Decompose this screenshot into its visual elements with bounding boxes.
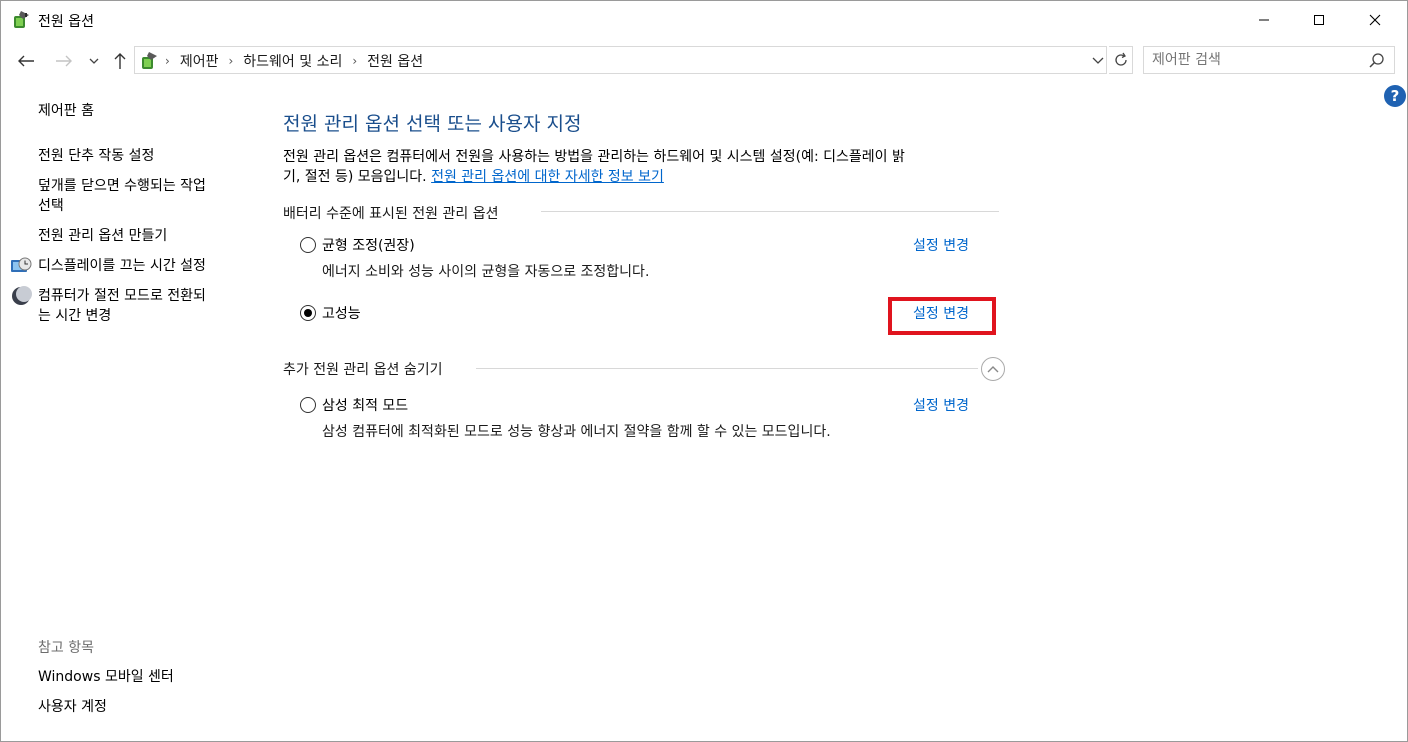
sidebar-item-lid-close[interactable]: 덮개를 닫으면 수행되는 작업 선택 <box>38 176 248 216</box>
sidebar-item-label: 컴퓨터가 절전 모드로 전환되 <box>38 288 206 304</box>
address-bar[interactable]: › 제어판 › 하드웨어 및 소리 › 전원 옵션 <box>134 46 1107 74</box>
breadcrumb-power-options[interactable]: 전원 옵션 <box>367 51 423 71</box>
chevron-down-icon <box>1092 57 1104 64</box>
sidebar-item-label: 는 시간 변경 <box>38 308 112 324</box>
hide-additional-plans-heading[interactable]: 추가 전원 관리 옵션 숨기기 <box>283 359 442 379</box>
plan-high-performance-name[interactable]: 고성능 <box>322 303 361 323</box>
see-also-user-accounts[interactable]: 사용자 계정 <box>38 697 107 717</box>
forward-arrow-icon <box>56 55 72 67</box>
sidebar-item-sleep-time[interactable]: 컴퓨터가 절전 모드로 전환되 는 시간 변경 <box>38 286 248 326</box>
search-icon[interactable] <box>1368 52 1386 70</box>
plan-balanced-name[interactable]: 균형 조정(권장) <box>322 235 415 255</box>
power-options-icon <box>14 11 29 28</box>
minimize-button[interactable] <box>1241 1 1287 39</box>
maximize-button[interactable] <box>1296 1 1342 39</box>
chevron-right-icon: › <box>165 54 170 68</box>
chevron-up-icon <box>987 366 999 373</box>
up-arrow-icon <box>114 53 126 69</box>
maximize-icon <box>1314 15 1324 25</box>
sidebar-item-label: 덮개를 닫으면 수행되는 작업 <box>38 178 206 194</box>
plan-samsung-optimized-name[interactable]: 삼성 최적 모드 <box>322 395 408 415</box>
address-dropdown-button[interactable] <box>1091 51 1107 69</box>
plan-balanced-description: 에너지 소비와 성능 사이의 균형을 자동으로 조정합니다. <box>322 264 650 280</box>
chevron-down-icon <box>89 58 99 64</box>
minimize-icon <box>1259 19 1269 21</box>
search-input[interactable] <box>1152 50 1362 70</box>
plan-samsung-optimized-change-settings-link[interactable]: 설정 변경 <box>913 395 969 415</box>
up-button[interactable] <box>109 50 131 72</box>
highlight-box <box>888 297 996 335</box>
page-description: 전원 관리 옵션은 컴퓨터에서 전원을 사용하는 방법을 관리하는 하드웨어 및… <box>283 147 1013 187</box>
sidebar-control-panel-home[interactable]: 제어판 홈 <box>38 101 94 121</box>
plan-balanced-change-settings-link[interactable]: 설정 변경 <box>913 235 969 255</box>
plan-samsung-optimized-radio[interactable] <box>300 397 316 413</box>
breadcrumb-hardware-sound[interactable]: 하드웨어 및 소리 <box>243 51 342 71</box>
section-divider <box>476 368 978 369</box>
plan-balanced-radio[interactable] <box>300 237 316 253</box>
plan-samsung-optimized-description: 삼성 컴퓨터에 최적화된 모드로 성능 향상과 에너지 절약을 함께 할 수 있… <box>322 424 831 440</box>
sidebar-item-create-plan[interactable]: 전원 관리 옵션 만들기 <box>38 226 167 246</box>
back-button[interactable] <box>15 50 37 72</box>
chevron-right-icon: › <box>352 54 358 68</box>
search-box[interactable] <box>1143 46 1395 74</box>
sidebar-item-label: 선택 <box>38 198 64 214</box>
window-title: 전원 옵션 <box>38 14 94 30</box>
recent-locations-button[interactable] <box>85 50 103 72</box>
close-icon <box>1369 14 1381 26</box>
title-bar: 전원 옵션 <box>1 1 1407 39</box>
refresh-icon <box>1114 52 1127 66</box>
section-divider <box>541 211 999 212</box>
description-line: 전원 관리 옵션은 컴퓨터에서 전원을 사용하는 방법을 관리하는 하드웨어 및… <box>283 149 905 165</box>
sidebar-item-display-off[interactable]: 디스플레이를 끄는 시간 설정 <box>38 256 206 276</box>
control-panel-icon <box>142 52 157 69</box>
chevron-right-icon: › <box>228 54 234 68</box>
close-button[interactable] <box>1352 1 1398 39</box>
forward-button[interactable] <box>53 50 75 72</box>
display-timer-icon <box>11 257 32 272</box>
back-arrow-icon <box>18 55 34 67</box>
power-options-window: 전원 옵션 › 제어판 › 하드웨어 및 소리 › 전원 옵션 제어판 검색 ?… <box>0 0 1408 742</box>
description-line: 기, 절전 등) 모음입니다. <box>283 169 427 185</box>
see-also-mobility-center[interactable]: Windows 모바일 센터 <box>38 667 174 687</box>
sidebar-item-power-button[interactable]: 전원 단추 작동 설정 <box>38 146 154 166</box>
refresh-button[interactable] <box>1109 46 1133 74</box>
see-also-heading: 참고 항목 <box>38 640 94 656</box>
sleep-moon-icon <box>12 286 32 305</box>
help-button[interactable]: ? <box>1384 85 1406 107</box>
collapse-button[interactable] <box>981 357 1005 381</box>
breadcrumb-control-panel[interactable]: 제어판 <box>180 51 219 71</box>
plan-high-performance-radio[interactable] <box>300 305 316 321</box>
battery-plans-heading: 배터리 수준에 표시된 전원 관리 옵션 <box>283 206 499 222</box>
breadcrumb: › 제어판 › 하드웨어 및 소리 › 전원 옵션 <box>139 50 423 72</box>
page-title: 전원 관리 옵션 선택 또는 사용자 지정 <box>283 113 582 135</box>
more-info-link[interactable]: 전원 관리 옵션에 대한 자세한 정보 보기 <box>431 169 664 185</box>
